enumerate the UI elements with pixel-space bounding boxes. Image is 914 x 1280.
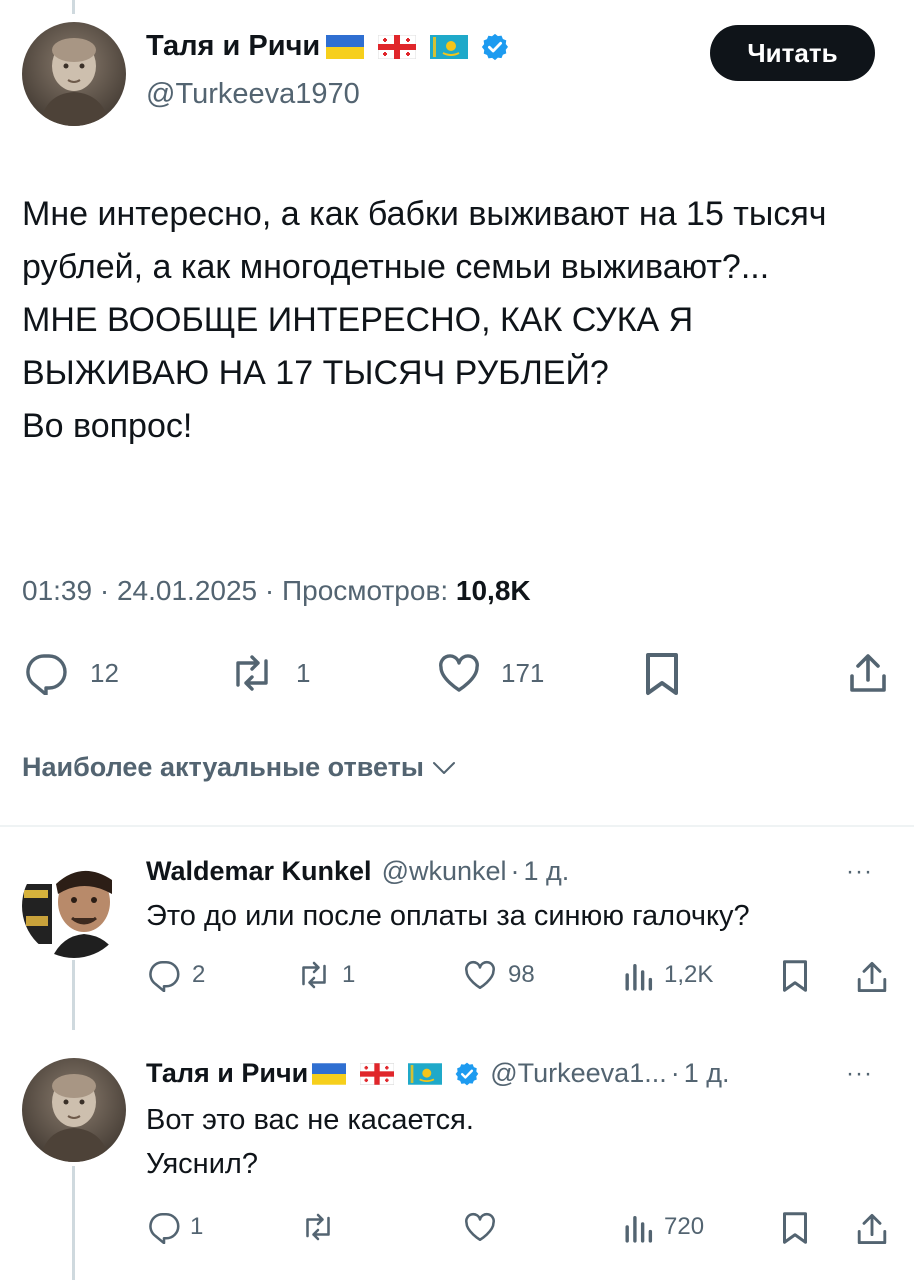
- reply-button[interactable]: 1: [146, 1210, 203, 1244]
- follow-button[interactable]: Читать: [710, 25, 875, 81]
- tweet-date[interactable]: 24.01.2025: [117, 575, 257, 606]
- share-icon: [856, 960, 888, 994]
- share-icon: [848, 652, 888, 694]
- flag-georgia-icon: [377, 34, 417, 59]
- bookmark-button[interactable]: [780, 958, 810, 994]
- bookmark-button[interactable]: [642, 651, 682, 697]
- chevron-down-icon: [430, 758, 458, 778]
- analytics-icon: [622, 958, 654, 992]
- replies-sort-label: Наиболее актуальные ответы: [22, 752, 424, 782]
- retweet-button[interactable]: [300, 1210, 344, 1244]
- divider: [0, 825, 914, 827]
- avatar[interactable]: [22, 1058, 126, 1162]
- flag-georgia-icon: [359, 1062, 395, 1085]
- follow-button-label: Читать: [747, 37, 838, 68]
- reply-button[interactable]: 2: [146, 958, 205, 992]
- reply-author-handle[interactable]: @Turkeeva1...: [490, 1058, 666, 1089]
- views-count: 10,8K: [455, 575, 531, 606]
- author-name[interactable]: Таля и Ричи: [146, 30, 320, 63]
- flag-kazakhstan-icon: [430, 34, 469, 59]
- analytics-icon: [622, 1210, 654, 1244]
- reply-age[interactable]: 1 д.: [524, 856, 570, 887]
- reply-icon: [22, 651, 70, 695]
- views-label: Просмотров:: [282, 575, 449, 606]
- author-handle[interactable]: @Turkeeva1970: [146, 78, 360, 111]
- share-icon: [856, 1212, 888, 1246]
- retweet-icon: [228, 651, 276, 695]
- retweet-icon: [300, 1210, 336, 1244]
- flag-kazakhstan-icon: [408, 1062, 443, 1085]
- retweet-button[interactable]: 1: [228, 651, 310, 695]
- views-button[interactable]: 1,2K: [622, 958, 713, 992]
- bookmark-icon: [780, 1210, 810, 1246]
- thread-line: [72, 1166, 75, 1280]
- thread-line: [72, 960, 75, 1030]
- flag-ukraine-icon: [312, 1062, 347, 1085]
- tweet-meta: 01:39 · 24.01.2025 · Просмотров: 10,8K: [22, 575, 531, 607]
- reply-count: 12: [90, 657, 119, 688]
- bookmark-button[interactable]: [780, 1210, 810, 1246]
- share-button[interactable]: [856, 960, 888, 994]
- heart-icon: [462, 958, 498, 992]
- like-count: 98: [508, 961, 535, 988]
- views-count: 1,2K: [664, 961, 714, 988]
- meta-separator: ·: [264, 575, 275, 606]
- meta-separator: ·: [99, 575, 110, 606]
- more-options-button[interactable]: ···: [846, 1060, 873, 1088]
- reply-button[interactable]: 12: [22, 651, 119, 695]
- retweet-count: 1: [296, 657, 311, 688]
- reply-author-name[interactable]: Waldemar Kunkel: [146, 856, 372, 887]
- more-options-button[interactable]: ···: [846, 858, 873, 886]
- reply-separator: ·: [510, 856, 520, 886]
- verified-badge-icon: [454, 1061, 480, 1087]
- like-button[interactable]: 98: [462, 958, 535, 992]
- heart-icon: [462, 1210, 498, 1244]
- share-button[interactable]: [856, 1212, 888, 1246]
- avatar[interactable]: [22, 854, 126, 958]
- tweet-text: Мне интересно, а как бабки выживают на 1…: [22, 195, 827, 445]
- reply-author-handle[interactable]: @wkunkel: [382, 856, 507, 887]
- like-button[interactable]: [462, 1210, 506, 1244]
- tweet-time[interactable]: 01:39: [22, 575, 92, 606]
- retweet-button[interactable]: 1: [296, 958, 355, 992]
- reply-text: Это до или после оплаты за синюю галочку…: [146, 900, 750, 932]
- reply-separator: ·: [670, 1058, 680, 1088]
- bookmark-icon: [642, 651, 682, 697]
- avatar[interactable]: [22, 22, 126, 126]
- heart-icon: [435, 651, 483, 695]
- reply-count: 2: [192, 961, 206, 988]
- like-button[interactable]: 171: [435, 651, 544, 695]
- reply-icon: [146, 958, 182, 992]
- replies-sort-dropdown[interactable]: Наиболее актуальные ответы: [22, 752, 458, 783]
- reply-author-name[interactable]: Таля и Ричи: [146, 1058, 308, 1089]
- flag-ukraine-icon: [326, 34, 365, 59]
- bookmark-icon: [780, 958, 810, 994]
- thread-line-top: [72, 0, 75, 14]
- reply-icon: [146, 1210, 182, 1244]
- views-button[interactable]: 720: [622, 1210, 704, 1244]
- reply-text: Вот это вас не касается. Уяснил?: [146, 1104, 474, 1180]
- reply-age[interactable]: 1 д.: [684, 1058, 730, 1089]
- retweet-count: 1: [342, 961, 356, 988]
- views-count: 720: [664, 1213, 705, 1240]
- verified-badge-icon: [480, 32, 510, 62]
- retweet-icon: [296, 958, 332, 992]
- reply-count: 1: [190, 1213, 204, 1240]
- like-count: 171: [501, 657, 545, 688]
- share-button[interactable]: [848, 652, 888, 694]
